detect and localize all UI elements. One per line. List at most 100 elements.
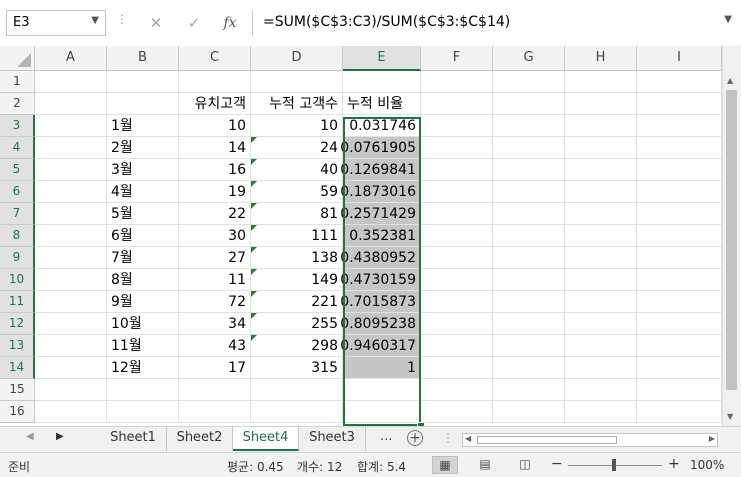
chevron-down-icon[interactable]: ▼ [91, 15, 99, 26]
cell-c5[interactable]: 16 [179, 159, 251, 181]
cell-a4[interactable] [35, 137, 107, 159]
cell-a10[interactable] [35, 269, 107, 291]
cell-i5[interactable] [637, 159, 722, 181]
error-indicator-icon[interactable] [251, 335, 257, 341]
scroll-left-icon[interactable]: ◀ [465, 434, 471, 443]
cell-b11[interactable]: 9월 [107, 291, 179, 313]
cell-g13[interactable] [493, 335, 565, 357]
cell-f11[interactable] [421, 291, 493, 313]
scroll-down-icon[interactable]: ▼ [727, 412, 733, 421]
row-header-2[interactable]: 2 [0, 93, 35, 115]
cell-d5[interactable]: 40 [251, 159, 343, 181]
cell-b6[interactable]: 4월 [107, 181, 179, 203]
cell-i15[interactable] [637, 379, 722, 401]
row-header-12[interactable]: 12 [0, 313, 35, 335]
cell-h4[interactable] [565, 137, 637, 159]
cell-a13[interactable] [35, 335, 107, 357]
cell-d16[interactable] [251, 401, 343, 423]
row-header-5[interactable]: 5 [0, 159, 35, 181]
cell-f14[interactable] [421, 357, 493, 379]
cell-c12[interactable]: 34 [179, 313, 251, 335]
cell-i6[interactable] [637, 181, 722, 203]
sheet-tab-sheet2[interactable]: Sheet2 [167, 427, 233, 451]
cell-d11[interactable]: 221 [251, 291, 343, 313]
cell-b14[interactable]: 12월 [107, 357, 179, 379]
cell-e16[interactable] [343, 401, 421, 423]
cell-e8[interactable]: 0.352381 [343, 225, 421, 247]
cell-c6[interactable]: 19 [179, 181, 251, 203]
cell-d1[interactable] [251, 71, 343, 93]
cell-f10[interactable] [421, 269, 493, 291]
insert-function-button[interactable]: fx [216, 10, 244, 36]
cell-f15[interactable] [421, 379, 493, 401]
sheet-tab-sheet3[interactable]: Sheet3 [299, 427, 366, 451]
cell-h6[interactable] [565, 181, 637, 203]
cell-c14[interactable]: 17 [179, 357, 251, 379]
cell-e12[interactable]: 0.8095238 [340, 313, 421, 335]
cell-f13[interactable] [421, 335, 493, 357]
cell-g6[interactable] [493, 181, 565, 203]
cell-g8[interactable] [493, 225, 565, 247]
tab-scroll-right-icon[interactable]: ▶ [56, 431, 64, 442]
cell-f12[interactable] [421, 313, 493, 335]
row-header-8[interactable]: 8 [0, 225, 35, 247]
name-box[interactable]: E3 ▼ [6, 10, 106, 36]
cell-d10[interactable]: 149 [251, 269, 343, 291]
column-header-d[interactable]: D [251, 46, 343, 71]
cell-h14[interactable] [565, 357, 637, 379]
cell-a6[interactable] [35, 181, 107, 203]
cell-h12[interactable] [565, 313, 637, 335]
cell-a5[interactable] [35, 159, 107, 181]
cell-g3[interactable] [493, 115, 565, 137]
chevron-down-icon[interactable]: ▼ [724, 14, 732, 25]
cell-g1[interactable] [493, 71, 565, 93]
cell-e9[interactable]: 0.4380952 [340, 247, 421, 269]
cell-f16[interactable] [421, 401, 493, 423]
error-indicator-icon[interactable] [251, 137, 257, 143]
row-header-7[interactable]: 7 [0, 203, 35, 225]
cell-b1[interactable] [107, 71, 179, 93]
cell-c9[interactable]: 27 [179, 247, 251, 269]
error-indicator-icon[interactable] [251, 203, 257, 209]
cell-d12[interactable]: 255 [251, 313, 343, 335]
cell-f5[interactable] [421, 159, 493, 181]
row-header-16[interactable]: 16 [0, 401, 35, 423]
cell-b4[interactable]: 2월 [107, 137, 179, 159]
zoom-slider-thumb[interactable] [612, 459, 616, 471]
error-indicator-icon[interactable] [251, 269, 257, 275]
error-indicator-icon[interactable] [251, 181, 257, 187]
zoom-out-button[interactable]: − [551, 456, 563, 472]
cell-g15[interactable] [493, 379, 565, 401]
scroll-right-icon[interactable]: ▶ [709, 434, 715, 443]
cell-f8[interactable] [421, 225, 493, 247]
tab-split-handle[interactable]: ⋮ [442, 431, 454, 445]
cell-g12[interactable] [493, 313, 565, 335]
cell-a8[interactable] [35, 225, 107, 247]
cell-h15[interactable] [565, 379, 637, 401]
cell-a16[interactable] [35, 401, 107, 423]
column-header-c[interactable]: C [179, 46, 251, 71]
cell-f2[interactable] [421, 93, 493, 115]
cell-b7[interactable]: 5월 [107, 203, 179, 225]
cell-b8[interactable]: 6월 [107, 225, 179, 247]
cell-d13[interactable]: 298 [251, 335, 343, 357]
cell-b16[interactable] [107, 401, 179, 423]
page-layout-view-button[interactable]: ▤ [472, 456, 498, 474]
error-indicator-icon[interactable] [251, 247, 257, 253]
cell-d9[interactable]: 138 [251, 247, 343, 269]
cell-h11[interactable] [565, 291, 637, 313]
row-header-13[interactable]: 13 [0, 335, 35, 357]
cell-e2[interactable]: 누적 비율 [343, 93, 421, 115]
sheet-tab-sheet4[interactable]: Sheet4 [233, 427, 299, 451]
cell-c1[interactable] [179, 71, 251, 93]
vertical-scrollbar[interactable]: ▲ ▼ [722, 46, 741, 426]
cell-a1[interactable] [35, 71, 107, 93]
cell-a2[interactable] [35, 93, 107, 115]
cell-b13[interactable]: 11월 [107, 335, 179, 357]
cancel-button[interactable]: ✕ [142, 10, 170, 36]
tab-scroll-left-icon[interactable]: ◀ [26, 431, 34, 442]
cell-f6[interactable] [421, 181, 493, 203]
more-sheets-button[interactable]: ... [380, 429, 392, 444]
cell-i14[interactable] [637, 357, 722, 379]
cell-f1[interactable] [421, 71, 493, 93]
